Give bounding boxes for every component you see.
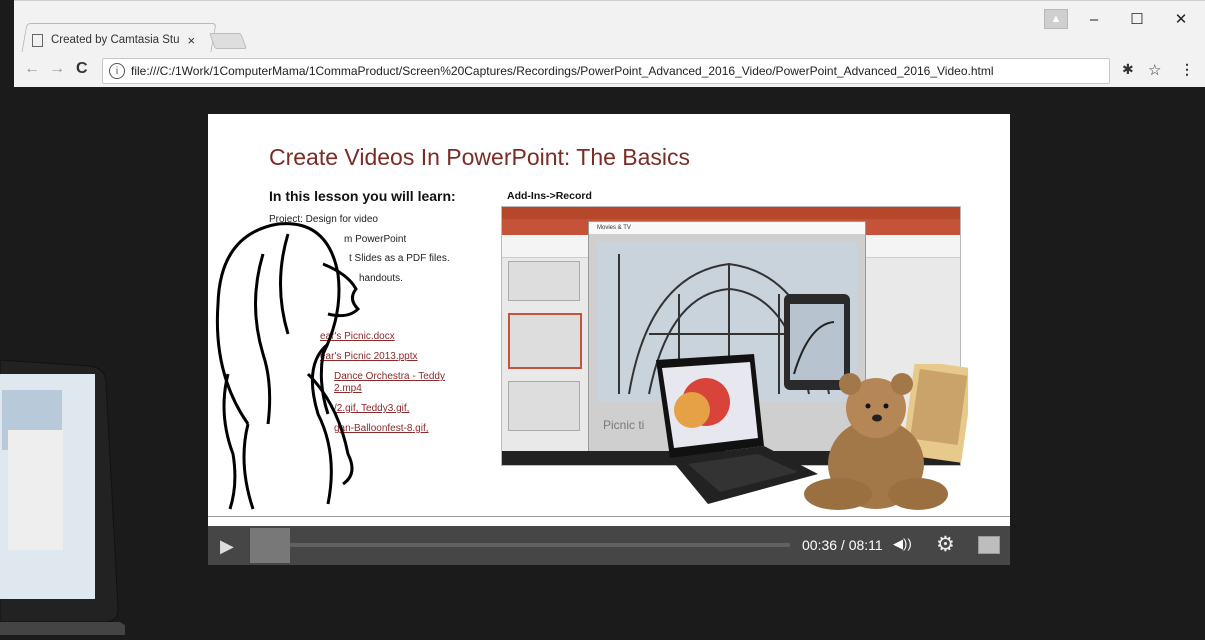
slide-thumbnail — [508, 313, 582, 369]
movies-tv-title: Movies & TV — [589, 222, 865, 234]
teddy-bear-picture — [804, 364, 968, 510]
bookmark-star-icon[interactable]: ☆ — [1148, 61, 1161, 79]
close-window-button[interactable]: ✕ — [1167, 9, 1195, 29]
reload-button[interactable]: C — [76, 60, 88, 78]
navigation-bar: ← → C i file:///C:/1Work/1ComputerMama/1… — [14, 53, 1205, 87]
cartoon-presenter-drawing — [215, 222, 361, 510]
movie-caption: Picnic ti — [603, 418, 645, 432]
page-icon — [32, 33, 43, 47]
progress-bar[interactable] — [290, 543, 790, 547]
tab-close-icon[interactable]: × — [187, 33, 195, 48]
url-text: file:///C:/1Work/1ComputerMama/1CommaPro… — [131, 64, 994, 78]
slide-thumbnails — [508, 261, 582, 443]
minimize-button[interactable]: – — [1080, 9, 1108, 29]
laptop-image — [0, 359, 140, 635]
maximize-button[interactable]: ☐ — [1123, 9, 1151, 29]
time-display: 00:36 / 08:11 — [802, 537, 883, 553]
tab-title: Created by Camtasia Stu — [51, 34, 180, 46]
addins-label: Add-Ins->Record — [507, 190, 592, 202]
person-icon: ▲ — [1050, 13, 1062, 25]
slide-thumbnail — [508, 261, 580, 301]
fullscreen-icon[interactable] — [978, 536, 1000, 554]
forward-button[interactable]: → — [49, 60, 65, 78]
slide-thumbnail — [508, 381, 580, 431]
new-tab-button[interactable] — [209, 33, 247, 49]
pp-title-bar — [502, 207, 960, 219]
back-button[interactable]: ← — [24, 60, 40, 78]
video-player[interactable]: Create Videos In PowerPoint: The Basics … — [208, 114, 1010, 565]
extension-icon[interactable]: ✱ — [1122, 61, 1134, 78]
player-controls: ▶ 00:36 / 08:11 ◀)) ⚙ — [208, 526, 1010, 565]
settings-gear-icon[interactable]: ⚙ — [936, 532, 955, 557]
info-icon[interactable]: i — [109, 63, 125, 79]
webcam-laptop-overlay — [0, 359, 140, 635]
slide-title: Create Videos In PowerPoint: The Basics — [269, 144, 691, 170]
play-button[interactable]: ▶ — [220, 536, 234, 557]
slide-divider — [208, 516, 1010, 517]
tab-strip: Created by Camtasia Stu × ▲ – ☐ ✕ — [14, 1, 1205, 53]
address-bar[interactable]: i file:///C:/1Work/1ComputerMama/1CommaP… — [102, 58, 1110, 84]
progress-played[interactable] — [250, 528, 290, 563]
tab-active[interactable]: Created by Camtasia Stu × — [32, 29, 195, 51]
volume-icon[interactable]: ◀)) — [893, 536, 912, 552]
profile-button[interactable]: ▲ — [1044, 9, 1068, 29]
lesson-heading: In this lesson you will learn: — [269, 188, 456, 204]
browser-chrome: Created by Camtasia Stu × ▲ – ☐ ✕ ← → C … — [14, 0, 1205, 87]
browser-menu-icon[interactable]: ⋮ — [1180, 61, 1194, 78]
